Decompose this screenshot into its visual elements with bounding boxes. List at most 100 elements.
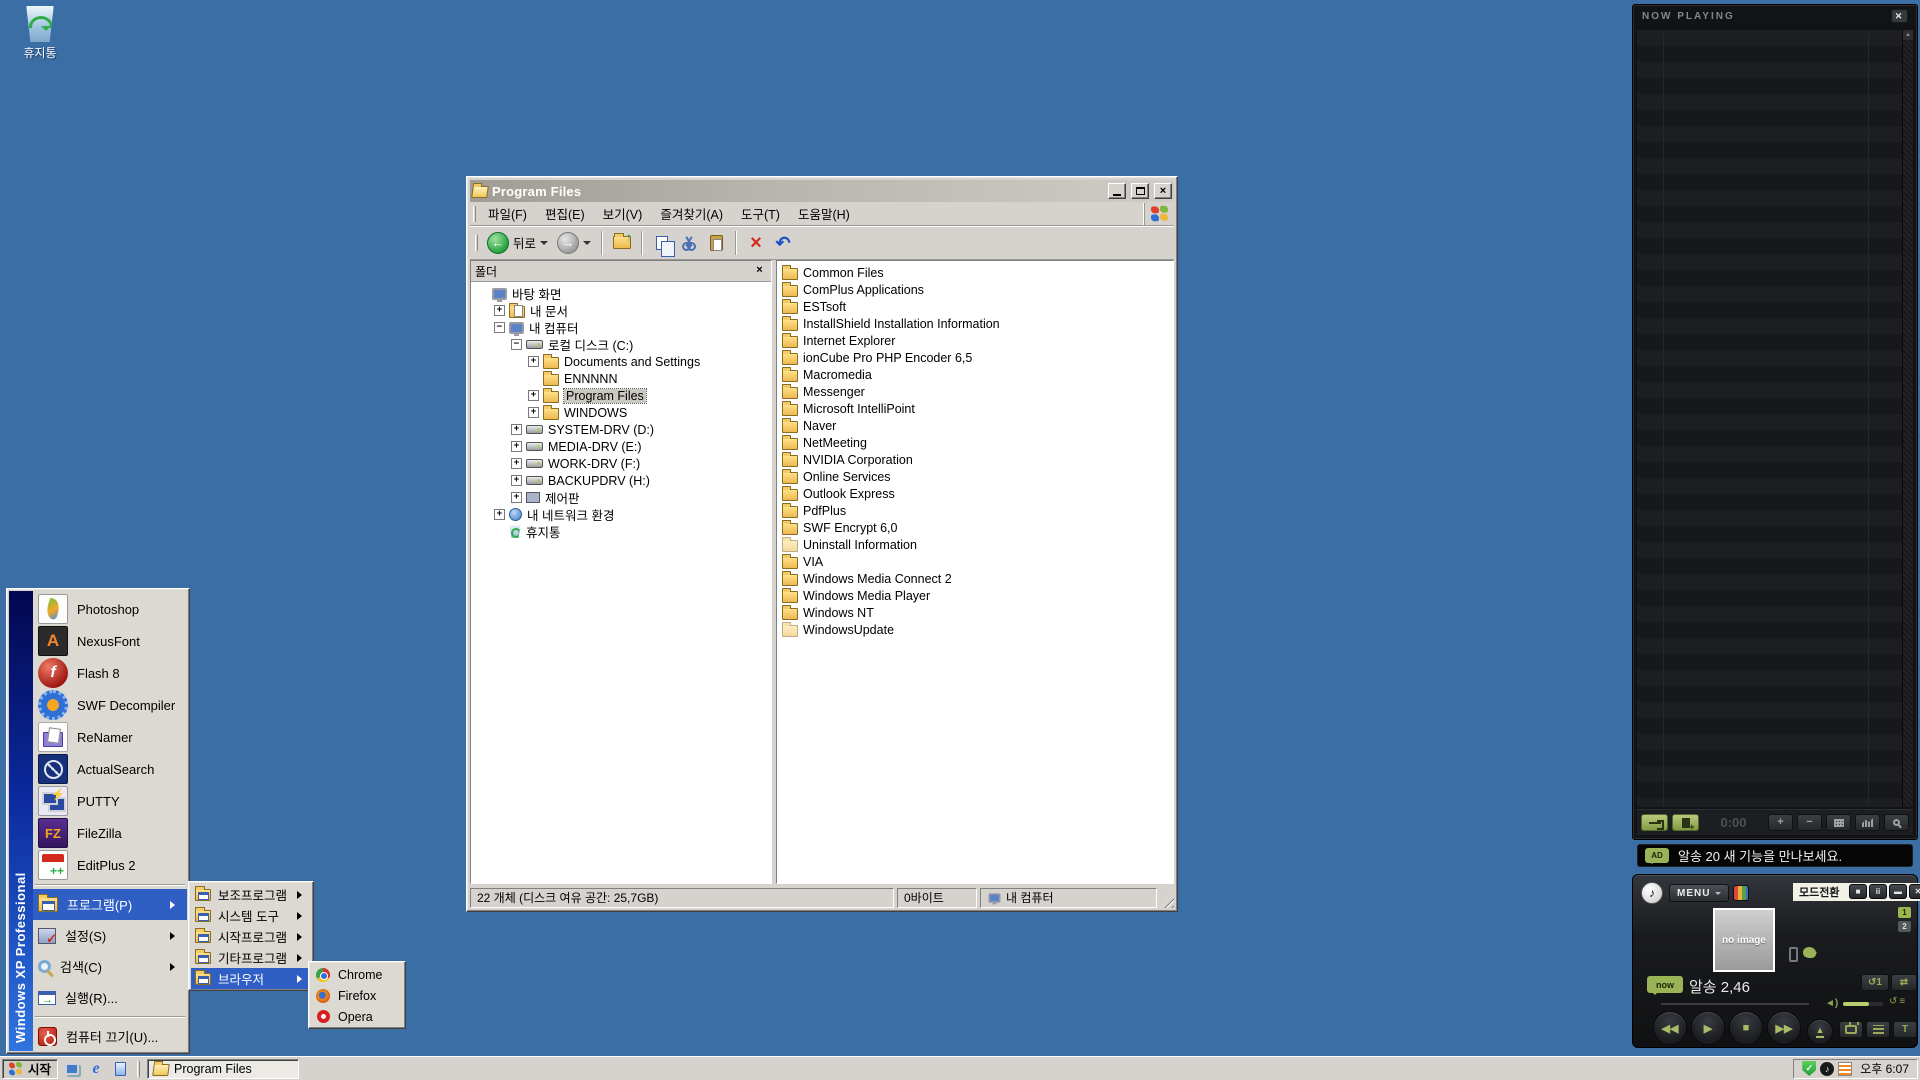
playlist-sort-button[interactable] — [1855, 814, 1880, 831]
up-folder-button[interactable] — [610, 231, 634, 255]
playlist-row[interactable] — [1637, 78, 1913, 94]
tree-expander[interactable]: − — [511, 339, 522, 350]
playlist-row[interactable] — [1637, 398, 1913, 414]
playlist-search-button[interactable] — [1884, 814, 1909, 831]
playlist-row[interactable] — [1637, 334, 1913, 350]
explorer-titlebar[interactable]: Program Files × — [470, 180, 1174, 202]
tree-item[interactable]: +SYSTEM-DRV (D:) — [471, 421, 771, 438]
tree-expander[interactable]: + — [528, 390, 539, 401]
playlist-row[interactable] — [1637, 94, 1913, 110]
queue-badge-2[interactable]: 2 — [1898, 921, 1911, 932]
playlist-remove-button[interactable]: − — [1797, 814, 1822, 831]
menubar-item[interactable]: 편집(E) — [536, 200, 594, 227]
file-list-item[interactable]: InstallShield Installation Information — [779, 315, 1171, 332]
playlist-row[interactable] — [1637, 798, 1913, 807]
playlist-row[interactable] — [1637, 526, 1913, 542]
tree-expander[interactable]: − — [494, 322, 505, 333]
player-menu-button[interactable]: MENU — [1669, 884, 1729, 902]
start-menu-app-renamer[interactable]: ReNamer — [33, 721, 187, 753]
file-list-item[interactable]: ionCube Pro PHP Encoder 6,5 — [779, 349, 1171, 366]
start-button[interactable]: 시작 — [2, 1059, 58, 1079]
file-list-item[interactable]: NVIDIA Corporation — [779, 451, 1171, 468]
playlist-row[interactable] — [1637, 622, 1913, 638]
antivirus-shield-icon[interactable]: ✓ — [1802, 1061, 1816, 1076]
programs-submenu-item[interactable]: 기타프로그램 — [191, 947, 311, 968]
playlist-row[interactable] — [1637, 174, 1913, 190]
menubar-item[interactable]: 도구(T) — [732, 200, 789, 227]
file-list-item[interactable]: Windows Media Player — [779, 587, 1171, 604]
playlist-titlebar[interactable]: NOW PLAYING ✕ — [1633, 5, 1917, 27]
playlist-row[interactable] — [1637, 46, 1913, 62]
tree-item[interactable]: +MEDIA-DRV (E:) — [471, 438, 771, 455]
file-list-item[interactable]: Macromedia — [779, 366, 1171, 383]
playlist-row[interactable] — [1637, 222, 1913, 238]
toolbar-grip[interactable] — [475, 235, 478, 251]
lyrics-button[interactable]: T — [1893, 1021, 1917, 1038]
playlist-row[interactable] — [1637, 766, 1913, 782]
tree-expander[interactable]: + — [511, 458, 522, 469]
start-menu-app-nexusfont[interactable]: NexusFont — [33, 625, 187, 657]
phone-icon[interactable] — [1789, 947, 1798, 962]
menubar-item[interactable]: 즐겨찾기(A) — [651, 200, 732, 227]
tree-item[interactable]: 휴지통 — [471, 523, 771, 540]
playlist-list[interactable] — [1637, 30, 1913, 807]
tree-item[interactable]: +내 네트워크 환경 — [471, 506, 771, 523]
cut-button[interactable] — [677, 231, 701, 255]
add-file-button[interactable] — [1672, 814, 1699, 831]
forward-button[interactable]: → — [554, 230, 594, 256]
minimize-button[interactable] — [1108, 183, 1126, 199]
playlist-row[interactable] — [1637, 750, 1913, 766]
start-menu-app-flash8[interactable]: Flash 8 — [33, 657, 187, 689]
back-dropdown[interactable] — [540, 241, 548, 249]
start-menu-item-search[interactable]: 검색(C) — [33, 951, 187, 982]
recycle-bin-desktop-icon[interactable]: 휴지통 — [8, 6, 72, 61]
file-list-item[interactable]: PdfPlus — [779, 502, 1171, 519]
mixer-tray-icon[interactable] — [1838, 1062, 1852, 1076]
next-button[interactable]: ▶▶ — [1767, 1011, 1801, 1045]
playlist-row[interactable] — [1637, 446, 1913, 462]
programs-submenu-item[interactable]: 브라우저 — [191, 968, 311, 989]
start-menu-item-programs[interactable]: 프로그램(P) — [33, 889, 187, 920]
tree-item[interactable]: −로컬 디스크 (C:) — [471, 336, 771, 353]
player-close-button[interactable]: ✕ — [1909, 884, 1920, 899]
programs-submenu-item[interactable]: 보조프로그램 — [191, 884, 311, 905]
playlist-row[interactable] — [1637, 190, 1913, 206]
file-list-item[interactable]: Common Files — [779, 264, 1171, 281]
menubar-grip[interactable] — [473, 206, 476, 222]
ad-banner[interactable]: AD 알송 20 새 기능을 만나보세요. — [1637, 844, 1913, 867]
playlist-row[interactable] — [1637, 318, 1913, 334]
eject-button[interactable]: ▲ — [1807, 1019, 1833, 1045]
playlist-row[interactable] — [1637, 238, 1913, 254]
start-menu-app-putty[interactable]: PUTTY — [33, 785, 187, 817]
music-note-tray-icon[interactable]: ♪ — [1820, 1062, 1834, 1076]
playlist-row[interactable] — [1637, 366, 1913, 382]
tree-expander[interactable]: + — [494, 509, 505, 520]
start-menu-app-editplus[interactable]: EditPlus 2 — [33, 849, 187, 881]
forward-dropdown[interactable] — [583, 241, 591, 249]
volume-extra-buttons[interactable]: ↺≡ — [1889, 996, 1907, 1007]
playlist-row[interactable] — [1637, 542, 1913, 558]
always-on-top-button[interactable]: ■ — [1849, 884, 1867, 899]
playlist-row[interactable] — [1637, 510, 1913, 526]
tree-item[interactable]: ENNNNN — [471, 370, 771, 387]
playlist-row[interactable] — [1637, 382, 1913, 398]
copy-button[interactable] — [650, 231, 674, 255]
undo-button[interactable]: ↶ — [771, 231, 795, 255]
file-list-item[interactable]: Uninstall Information — [779, 536, 1171, 553]
playlist-add-button[interactable]: + — [1768, 814, 1793, 831]
file-list-item[interactable]: ESTsoft — [779, 298, 1171, 315]
skin-palette-icon[interactable] — [1733, 885, 1749, 901]
file-list-item[interactable]: NetMeeting — [779, 434, 1171, 451]
playlist-row[interactable] — [1637, 478, 1913, 494]
file-list-item[interactable]: ComPlus Applications — [779, 281, 1171, 298]
tv-cast-button[interactable] — [1839, 1021, 1863, 1038]
start-menu-item-shutdown[interactable]: 컴퓨터 끄기(U)... — [33, 1021, 187, 1052]
mini-mode-button[interactable]: ii — [1869, 884, 1887, 899]
tree-item[interactable]: +BACKUPDRV (H:) — [471, 472, 771, 489]
taskbar-task-button[interactable]: Program Files — [147, 1059, 299, 1079]
tree-expander[interactable]: + — [528, 356, 539, 367]
playlist-row[interactable] — [1637, 654, 1913, 670]
start-menu-app-filezilla[interactable]: FileZilla — [33, 817, 187, 849]
playlist-scrollbar[interactable] — [1902, 30, 1913, 807]
playlist-row[interactable] — [1637, 462, 1913, 478]
